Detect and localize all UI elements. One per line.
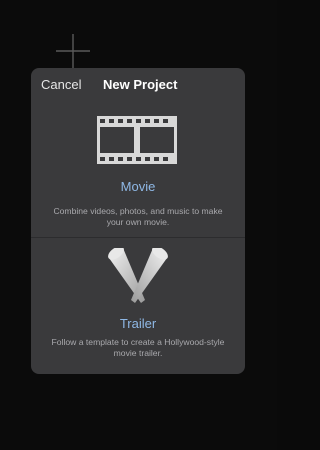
- plus-icon[interactable]: [56, 34, 90, 68]
- movie-description: Combine videos, photos, and music to mak…: [53, 206, 223, 227]
- screen: Cancel New Project Movie Combine videos,…: [0, 0, 277, 450]
- cancel-button[interactable]: Cancel: [41, 77, 81, 92]
- movie-label: Movie: [120, 179, 156, 194]
- sheet-header: Cancel New Project: [31, 68, 245, 102]
- trailer-label: Trailer: [119, 316, 157, 331]
- trailer-description: Follow a template to create a Hollywood-…: [51, 337, 225, 358]
- trailer-option[interactable]: Trailer Follow a template to create a Ho…: [31, 238, 245, 374]
- movie-option[interactable]: Movie Combine videos, photos, and music …: [31, 104, 245, 236]
- film-strip-icon: [97, 116, 177, 164]
- new-project-sheet: Cancel New Project Movie Combine videos,…: [31, 68, 245, 374]
- spotlights-icon: [108, 248, 168, 303]
- sheet-title: New Project: [103, 77, 178, 92]
